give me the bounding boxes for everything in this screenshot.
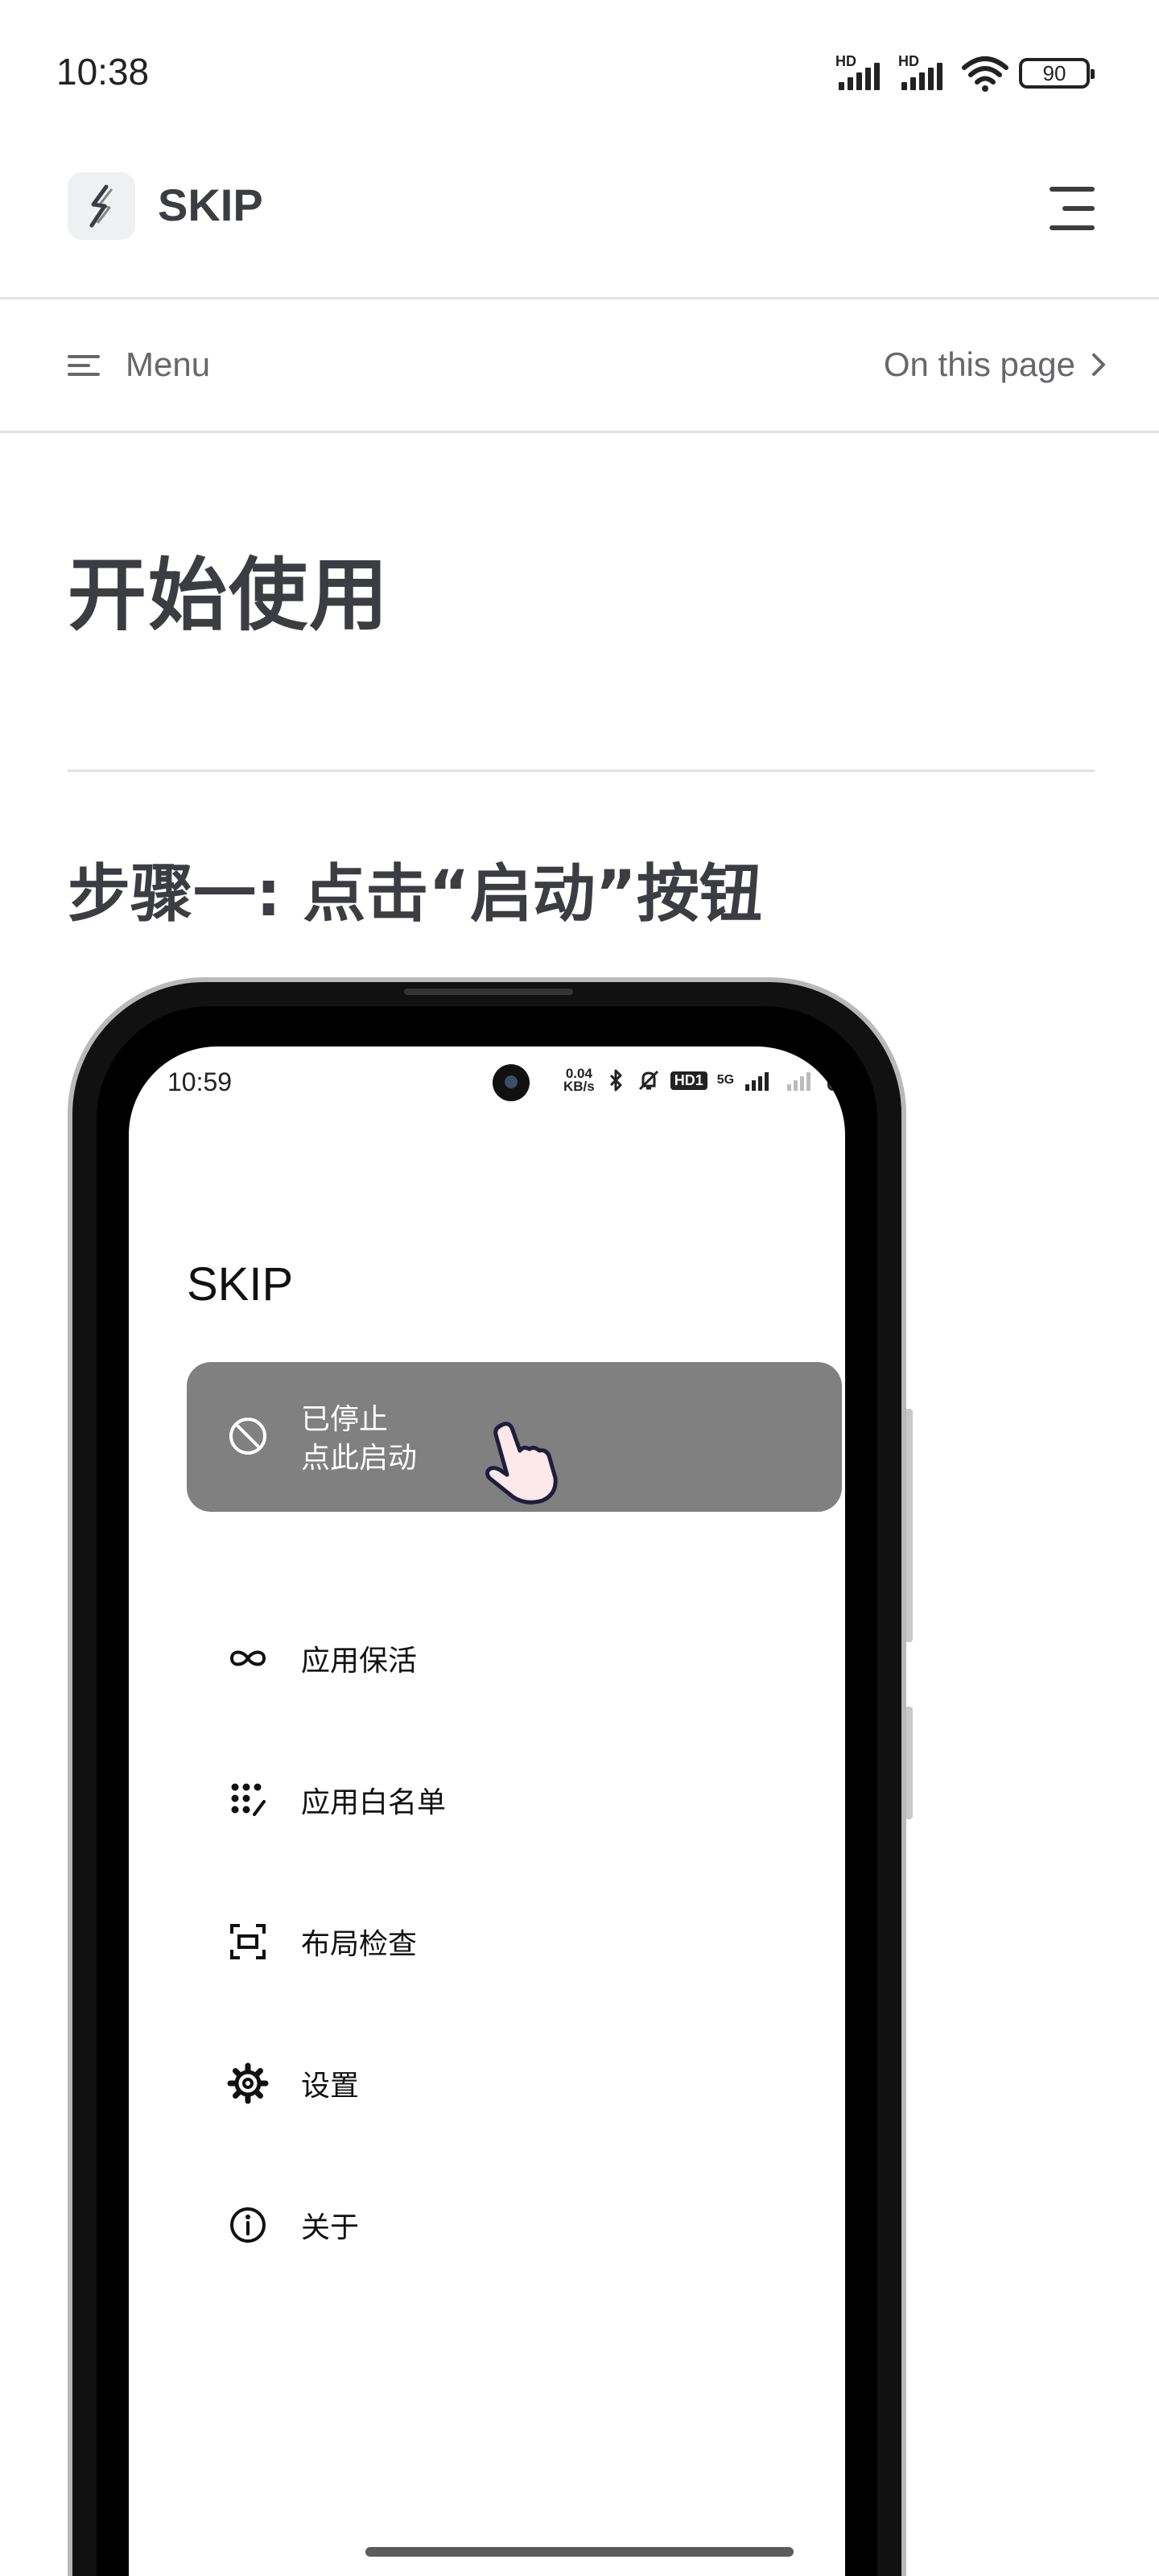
dots-grid-icon: [231, 1783, 266, 1816]
wifi-icon: [962, 56, 1008, 92]
status-bar: 10:38 HD HD 90: [0, 0, 1159, 145]
menu-item-label: 布局检查: [301, 1928, 418, 1961]
scan-frame-icon: [230, 1924, 266, 1959]
phone-screen: 10:59 0.04 KB/s HD1 5G SKIP 已停止 点此启动 应用保…: [129, 1046, 845, 2576]
site-logo[interactable]: [68, 172, 135, 240]
home-indicator[interactable]: [365, 2547, 794, 2557]
menu-item-keep-alive[interactable]: 应用保活: [187, 1610, 842, 1707]
menu-item-label: 应用保活: [301, 1645, 418, 1678]
ban-icon: [229, 1418, 266, 1455]
sidebar-menu-button[interactable]: Menu: [68, 336, 210, 393]
status-time: 10:38: [56, 51, 150, 93]
battery-icon: 90: [1019, 58, 1095, 89]
phone-battery-icon: 86: [827, 1070, 845, 1091]
info-icon: [230, 2207, 266, 2243]
start-service-button[interactable]: 已停止 点此启动: [187, 1362, 842, 1512]
battery-level: 90: [1042, 60, 1066, 85]
infinity-icon: [229, 1650, 266, 1666]
page-title: 开始使用: [68, 550, 390, 642]
menu-item-label: 关于: [301, 2211, 360, 2244]
on-this-page-button[interactable]: On this page: [884, 336, 1107, 393]
on-this-page-label: On this page: [883, 345, 1075, 383]
signal-weak-icon: [787, 1072, 811, 1091]
menu-item-layout-inspect[interactable]: 布局检查: [187, 1893, 842, 1990]
service-action-label: 点此启动: [301, 1442, 418, 1475]
network-speed-unit: KB/s: [563, 1079, 595, 1094]
phone-status-icons: 0.04 KB/s HD1 5G: [563, 1067, 845, 1093]
chevron-right-icon: [1092, 353, 1105, 376]
network-speed: 0.04 KB/s: [563, 1067, 595, 1093]
menu-item-settings[interactable]: 设置: [187, 2035, 842, 2132]
phone-status-time: 10:59: [167, 1067, 233, 1096]
phone-mockup: 10:59 0.04 KB/s HD1 5G SKIP 已停止 点此启动 应用保…: [68, 977, 906, 2576]
signal-icon: HD: [898, 53, 951, 93]
nav-menu-icon[interactable]: [1043, 187, 1095, 230]
status-icons: HD HD 90: [835, 53, 1095, 93]
menu-label: Menu: [126, 345, 211, 383]
phone-battery-level: 86: [842, 1071, 845, 1089]
network-type: 5G: [716, 1073, 735, 1087]
signal-icon: [745, 1072, 769, 1091]
phone-status-bar: 10:59 0.04 KB/s HD1 5G: [129, 1046, 845, 1119]
camera-icon: [493, 1064, 530, 1101]
divider: [68, 770, 1095, 772]
step-heading: 步骤一: 点击“启动”按钮: [68, 858, 762, 931]
service-status-label: 已停止: [301, 1403, 389, 1436]
lightning-logo-icon: [89, 184, 113, 228]
menu-item-about[interactable]: 关于: [187, 2177, 842, 2273]
menu-lines-icon: [68, 350, 105, 379]
site-title[interactable]: SKIP: [158, 179, 263, 231]
phone-speaker: [404, 989, 573, 995]
menu-item-whitelist[interactable]: 应用白名单: [187, 1752, 842, 1848]
signal-icon: HD: [835, 53, 889, 93]
bluetooth-icon: [609, 1069, 622, 1092]
pointing-hand-icon: [485, 1422, 558, 1505]
gear-icon: [227, 2062, 269, 2104]
bell-off-icon: [638, 1070, 658, 1091]
menu-item-label: 应用白名单: [301, 1786, 447, 1819]
app-title: SKIP: [187, 1258, 294, 1311]
menu-item-label: 设置: [301, 2070, 360, 2103]
hd-badge: HD1: [670, 1071, 707, 1090]
